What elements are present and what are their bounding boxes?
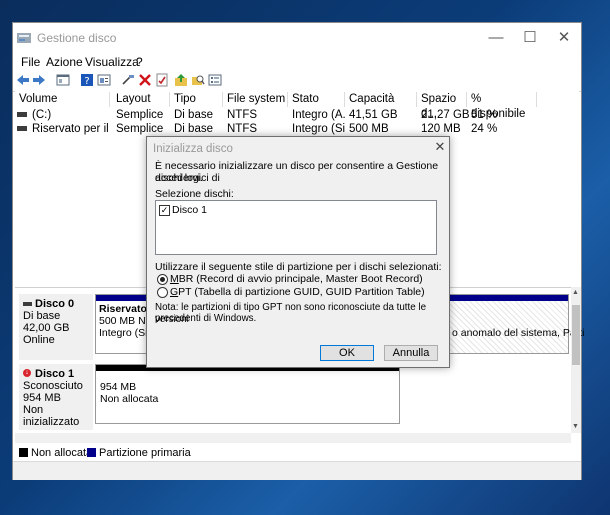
column-header-capacita[interactable]: Capacità [345,92,417,107]
cell-volume: Riservato per il sist... [32,123,112,135]
back-arrow-icon[interactable] [16,73,30,87]
menu-bar: File Azione Visualizza ? [13,53,581,71]
error-arrow-icon: ↓ [23,369,31,377]
disk-1-status: Non inizializzato [23,404,80,428]
column-header-disponibile[interactable]: % disponibile [467,92,537,120]
vertical-scrollbar[interactable]: ▲ ▼ [571,287,581,433]
check-disk-icon[interactable] [155,73,169,87]
help-icon[interactable]: ? [80,73,94,87]
disk-0-name: Disco 0 [35,298,75,310]
minimize-button[interactable]: — [479,23,513,53]
view-list-icon[interactable] [208,73,222,87]
legend-unallocated-swatch [19,448,28,457]
cell-file-system: NTFS [227,123,258,135]
disk-1-unallocated-partition[interactable]: 954 MB Non allocata [95,364,400,424]
cell-stato: Integro (A... [292,109,345,121]
window-title: Gestione disco [37,31,117,45]
cell-layout: Semplice [116,109,164,121]
gpt-note-line-2: precedenti di Windows. [155,313,257,324]
disk-0-info[interactable]: Disco 0 Di base 42,00 GB Online [19,294,93,360]
cell-disponibile: 24 % [471,123,498,135]
column-header-spazio[interactable]: Spazio d... [417,92,467,120]
column-header-file-system[interactable]: File system [223,92,288,107]
cell-capacita: 41,51 GB [349,109,398,121]
maximize-button[interactable]: ☐ [513,23,547,53]
column-header-tipo[interactable]: Tipo [170,92,223,107]
column-header-volume[interactable]: Volume [15,92,110,107]
ok-button[interactable]: OK [320,345,374,361]
connect-drive-icon[interactable] [121,73,135,87]
disk-0-size: 42,00 GB [23,322,70,334]
cell-tipo: Di base [174,123,213,135]
legend-primary-swatch [87,448,96,457]
dialog-title: Inizializza disco [153,143,233,155]
scroll-down-icon[interactable]: ▼ [572,423,579,430]
status-bar [13,461,581,480]
scroll-up-icon[interactable]: ▲ [572,289,579,296]
cell-tipo: Di base [174,109,213,121]
disk-1-info[interactable]: ↓ Disco 1 Sconosciuto 954 MB Non inizial… [19,364,93,430]
gpt-option-text: PT (Tabella di partizione GUID, GUID Par… [178,286,425,298]
column-header-stato[interactable]: Stato [288,92,345,107]
menu-file[interactable]: File [21,55,40,69]
disk-1-list-item[interactable]: Disco 1 [172,204,207,216]
gpt-radio[interactable] [157,287,168,298]
delete-icon[interactable] [138,73,152,87]
disk-1-checkbox[interactable]: ✓ [159,205,170,216]
legend: Non allocata Partizione primaria [15,445,579,461]
disk-selection-label: Selezione dischi: [155,188,234,200]
disk-0-status: Online [23,334,55,346]
disk-selection-list[interactable]: ✓ Disco 1 [155,200,437,255]
title-bar[interactable]: Gestione disco — ☐ ✕ [13,23,581,53]
mbr-option-text: BR (Record di avvio principale, Master B… [178,273,423,285]
gpt-accelerator: G [170,286,179,298]
cell-spazio: 120 MB [421,123,461,135]
partition-size: 954 MB [100,381,137,393]
partition-status: o anomalo del sistema, Parti [452,327,585,339]
disk-1-name: Disco 1 [35,368,75,380]
initialize-disk-dialog: Inizializza disco ✕ È necessario inizial… [146,136,450,368]
svg-text:?: ? [84,76,89,87]
cell-capacita: 500 MB [349,123,389,135]
menu-visualizza[interactable]: Visualizza [85,55,139,69]
scroll-thumb[interactable] [572,305,580,365]
dialog-close-button[interactable]: ✕ [433,139,447,155]
cell-spazio: 21,27 GB [421,109,470,121]
menu-azione[interactable]: Azione [46,55,83,69]
volume-icon [17,112,27,117]
mbr-accelerator: M [170,273,179,285]
legend-unallocated-label: Non allocata [31,447,93,459]
partition-status: Non allocata [100,393,159,405]
disk-management-app-icon [17,33,31,43]
console-tree-icon[interactable] [56,73,70,87]
cell-volume: (C:) [32,109,52,121]
column-header-layout[interactable]: Layout [112,92,170,107]
dialog-intro-line-2: accedervi. [155,172,203,184]
partition-style-label: Utilizzare il seguente stile di partizio… [155,261,442,273]
cancel-button[interactable]: Annulla [384,345,438,361]
menu-help[interactable]: ? [136,55,143,69]
mbr-radio[interactable] [157,274,168,285]
cell-disponibile: 51 % [471,109,498,121]
folder-search-icon[interactable] [191,73,205,87]
volume-icon [17,126,27,131]
close-button[interactable]: ✕ [547,23,581,53]
toolbar: ? [13,71,581,92]
table-row[interactable]: Riservato per il sist... Semplice Di bas… [15,122,579,136]
disk-1-size: 954 MB [23,392,61,404]
folder-up-icon[interactable] [174,73,188,87]
mbr-option-label[interactable]: MBR (Record di avvio principale, Master … [170,273,423,285]
properties-icon[interactable] [97,73,111,87]
horizontal-scrollbar[interactable] [15,433,571,443]
gpt-option-label[interactable]: GPT (Tabella di partizione GUID, GUID Pa… [170,286,425,298]
cell-layout: Semplice [116,123,164,135]
legend-primary-label: Partizione primaria [99,447,191,459]
disk-1-type: Sconosciuto [23,380,83,392]
cell-file-system: NTFS [227,109,258,121]
disk-0-type: Di base [23,310,61,322]
table-row[interactable]: (C:) Semplice Di base NTFS Integro (A...… [15,108,579,122]
cell-stato: Integro (Si... [292,123,345,135]
forward-arrow-icon[interactable] [32,73,46,87]
disk-icon [23,302,32,306]
